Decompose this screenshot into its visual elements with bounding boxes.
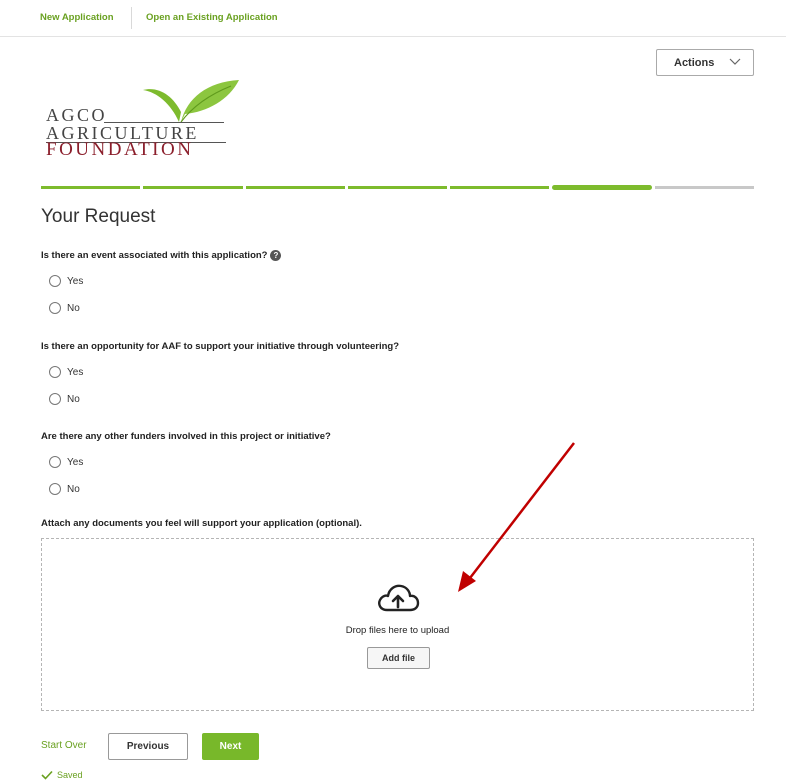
add-file-button[interactable]: Add file [367,647,430,669]
progress-step-4 [347,186,448,189]
step-progress-bar [41,185,754,190]
progress-step-6 [552,185,652,190]
question-label: Is there an event associated with this a… [41,250,268,262]
question-label: Are there any other funders involved in … [41,431,331,442]
volunteering-yes-option[interactable]: Yes [49,365,83,379]
event-yes-option[interactable]: Yes [49,274,83,288]
start-over-link[interactable]: Start Over [41,740,87,751]
logo-line-foundation: FOUNDATION [46,139,194,160]
option-label: Yes [67,366,84,378]
actions-label: Actions [674,56,715,69]
agco-agriculture-foundation-logo: AGCO AGRICULTURE FOUNDATION [46,76,246,166]
option-label: Yes [67,275,84,287]
event-no-option[interactable]: No [49,301,80,315]
option-label: Yes [67,456,84,468]
radio-button[interactable] [49,366,61,378]
drop-files-text: Drop files here to upload [345,625,450,636]
chevron-down-icon [729,58,741,65]
volunteering-no-option[interactable]: No [49,392,80,406]
saved-label: Saved [57,770,83,780]
logo-line-agco: AGCO [46,105,108,125]
radio-button[interactable] [49,456,61,468]
radio-button[interactable] [49,483,61,495]
option-label: No [67,483,80,495]
actions-dropdown-button[interactable]: Actions [656,49,754,76]
radio-button[interactable] [49,393,61,405]
checkmark-icon [41,770,53,780]
option-label: No [67,393,80,405]
leaf-icon [143,80,239,123]
radio-button[interactable] [49,302,61,314]
question-label: Attach any documents you feel will suppo… [41,518,362,529]
question-event: Is there an event associated with this a… [41,250,282,262]
question-other-funders: Are there any other funders involved in … [41,431,331,442]
next-button[interactable]: Next [202,733,259,760]
new-application-link[interactable]: New Application [40,12,114,23]
nav-divider [131,7,132,29]
option-label: No [67,302,80,314]
page-title: Your Request [41,206,156,227]
cloud-upload-icon [378,584,420,612]
progress-step-3 [245,186,345,189]
progress-step-5 [450,186,550,189]
funders-yes-option[interactable]: Yes [49,455,83,469]
funders-no-option[interactable]: No [49,482,80,496]
question-label: Is there an opportunity for AAF to suppo… [41,341,400,352]
open-existing-application-link[interactable]: Open an Existing Application [146,12,278,23]
top-nav: New Application Open an Existing Applica… [0,0,786,37]
progress-step-1 [41,186,141,189]
help-icon[interactable]: ? [270,250,282,261]
attachments-label: Attach any documents you feel will suppo… [41,518,362,529]
file-dropzone[interactable]: Drop files here to upload Add file [41,538,754,711]
question-volunteering: Is there an opportunity for AAF to suppo… [41,341,399,352]
progress-step-7 [654,186,754,189]
saved-status: Saved [41,770,83,780]
radio-button[interactable] [49,275,61,287]
previous-button[interactable]: Previous [108,733,188,760]
progress-step-2 [143,186,243,189]
